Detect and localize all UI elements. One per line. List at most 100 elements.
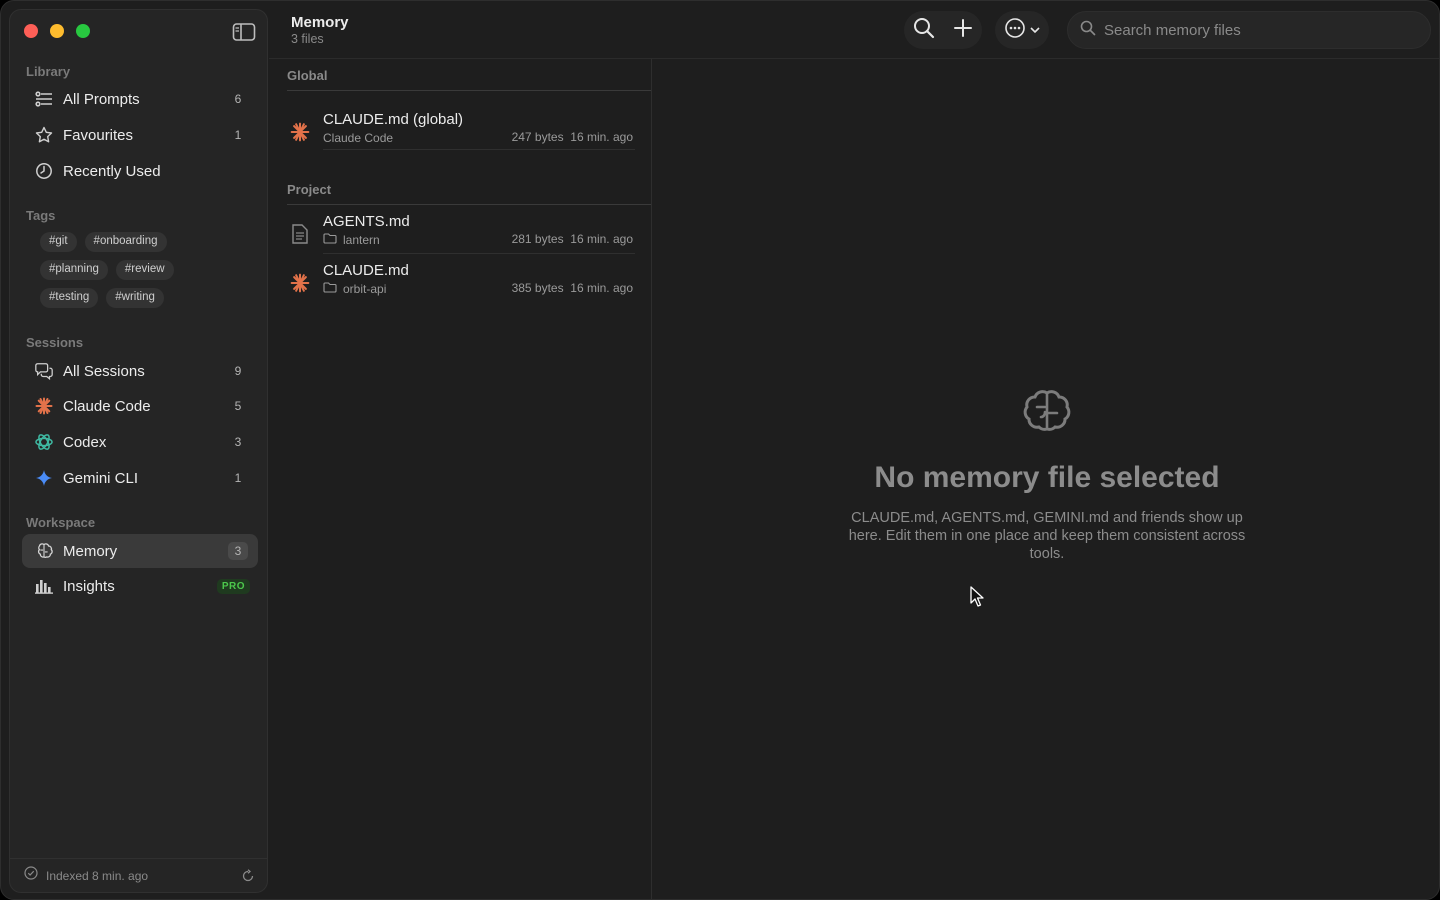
file-source-label: Claude Code (323, 131, 394, 145)
file-row-agents[interactable]: AGENTS.md lantern 281 bytes 16 min. ago (283, 211, 637, 257)
count-badge: 9 (234, 364, 242, 378)
file-meta: 385 bytes 16 min. ago (512, 281, 633, 295)
file-source: Claude Code (323, 131, 393, 145)
search-button[interactable] (909, 15, 939, 45)
sidebar-item-claude-code[interactable]: Claude Code 5 (22, 389, 258, 423)
sidebar-item-insights[interactable]: Insights PRO (22, 569, 258, 603)
sliders-icon (34, 89, 54, 109)
sidebar-item-label: Claude Code (63, 397, 151, 415)
sidebar-item-label: Gemini CLI (63, 469, 139, 487)
folder-icon (323, 282, 337, 296)
project-group-title: Project (287, 182, 332, 197)
search-icon (1080, 20, 1096, 41)
file-size: 247 bytes (511, 130, 564, 144)
empty-state-description: CLAUDE.md, AGENTS.md, GEMINI.md and frie… (848, 510, 1246, 562)
sidebar-item-label: All Prompts (63, 90, 140, 108)
tag-chip[interactable]: #writing (106, 288, 164, 308)
file-modified: 16 min. ago (570, 232, 633, 246)
sidebar-item-all-prompts[interactable]: All Prompts 6 (22, 82, 258, 116)
library-section-title: Library (26, 64, 71, 79)
sidebar: Library All Prompts 6 Favourites 1 Recen… (9, 9, 268, 893)
close-window-button[interactable] (24, 24, 38, 38)
ellipsis-circle-icon (1004, 17, 1026, 44)
tag-chip[interactable]: #review (115, 260, 174, 280)
gemini-icon (34, 468, 54, 488)
minimize-window-button[interactable] (50, 24, 64, 38)
row-divider (323, 253, 635, 254)
tag-chip[interactable]: #testing (40, 288, 99, 308)
file-source: orbit-api (323, 282, 386, 296)
index-status-text: Indexed 8 min. ago (46, 868, 149, 883)
file-modified: 16 min. ago (570, 281, 633, 295)
window-controls (24, 24, 90, 38)
check-circle-icon (24, 866, 38, 885)
plus-icon (953, 18, 973, 43)
more-menu-button[interactable] (995, 11, 1049, 49)
claude-icon (287, 119, 313, 145)
sessions-section-title: Sessions (26, 335, 84, 350)
add-button[interactable] (948, 15, 978, 45)
group-divider (287, 90, 651, 91)
sidebar-item-gemini-cli[interactable]: Gemini CLI 1 (22, 461, 258, 495)
file-list-panel: Global CLAUDE.md (global) Claude Code 24… (269, 59, 652, 899)
count-badge: 6 (234, 92, 242, 106)
openai-icon (34, 432, 54, 452)
file-size: 385 bytes (511, 281, 564, 295)
workspace-section-title: Workspace (26, 515, 96, 530)
tag-chip[interactable]: #planning (40, 260, 108, 280)
sidebar-item-label: Memory (63, 542, 118, 560)
count-badge: 1 (234, 128, 242, 142)
bar-chart-icon (34, 576, 54, 596)
sidebar-item-memory[interactable]: Memory 3 (22, 534, 258, 568)
brain-icon (34, 541, 54, 561)
sidebar-item-all-sessions[interactable]: All Sessions 9 (22, 354, 258, 388)
count-badge: 3 (234, 435, 242, 449)
global-group-title: Global (287, 68, 328, 83)
star-icon (34, 125, 54, 145)
folder-icon (323, 233, 337, 247)
tag-chip[interactable]: #git (40, 232, 77, 252)
claude-icon (34, 396, 54, 416)
sidebar-toggle-icon[interactable] (232, 22, 256, 42)
file-count: 3 files (291, 32, 324, 46)
index-status-bar: Indexed 8 min. ago (10, 858, 267, 892)
sidebar-item-favourites[interactable]: Favourites 1 (22, 118, 258, 152)
count-badge: 3 (228, 542, 248, 560)
file-meta: 281 bytes 16 min. ago (512, 232, 633, 246)
document-icon (287, 221, 313, 247)
toolbar-group (904, 11, 982, 49)
sidebar-item-label: Codex (63, 433, 107, 451)
refresh-icon[interactable] (241, 869, 255, 888)
sidebar-item-label: Insights (63, 577, 115, 595)
empty-state-title: No memory file selected (874, 461, 1220, 494)
detail-panel: No memory file selected CLAUDE.md, AGENT… (653, 59, 1439, 899)
tag-chip[interactable]: #onboarding (84, 232, 167, 252)
file-size: 281 bytes (511, 232, 564, 246)
group-divider (287, 204, 651, 205)
app-window: Library All Prompts 6 Favourites 1 Recen… (0, 0, 1440, 900)
tag-list: #git #onboarding #planning #review #test… (40, 232, 260, 316)
mouse-cursor-icon (969, 586, 985, 613)
chat-bubbles-icon (34, 361, 54, 381)
file-row-claude-project[interactable]: CLAUDE.md orbit-api 385 bytes 16 min. ag… (283, 260, 637, 306)
count-badge: 5 (234, 399, 242, 413)
sidebar-item-label: All Sessions (63, 362, 145, 380)
file-source: lantern (323, 233, 380, 247)
row-divider (323, 149, 635, 150)
sidebar-item-codex[interactable]: Codex 3 (22, 425, 258, 459)
sidebar-item-label: Recently Used (63, 162, 161, 180)
brain-icon (1019, 387, 1075, 440)
search-input[interactable] (1104, 21, 1404, 39)
page-title: Memory (291, 14, 349, 31)
sidebar-item-label: Favourites (63, 126, 134, 144)
file-name: CLAUDE.md (323, 262, 409, 279)
zoom-window-button[interactable] (76, 24, 90, 38)
search-field (1067, 11, 1431, 49)
search-icon (913, 17, 935, 44)
sidebar-item-recently-used[interactable]: Recently Used (22, 154, 258, 188)
file-meta: 247 bytes 16 min. ago (512, 130, 633, 144)
file-name: AGENTS.md (323, 213, 410, 230)
pro-badge: PRO (216, 578, 250, 594)
file-modified: 16 min. ago (570, 130, 633, 144)
count-badge: 1 (234, 471, 242, 485)
